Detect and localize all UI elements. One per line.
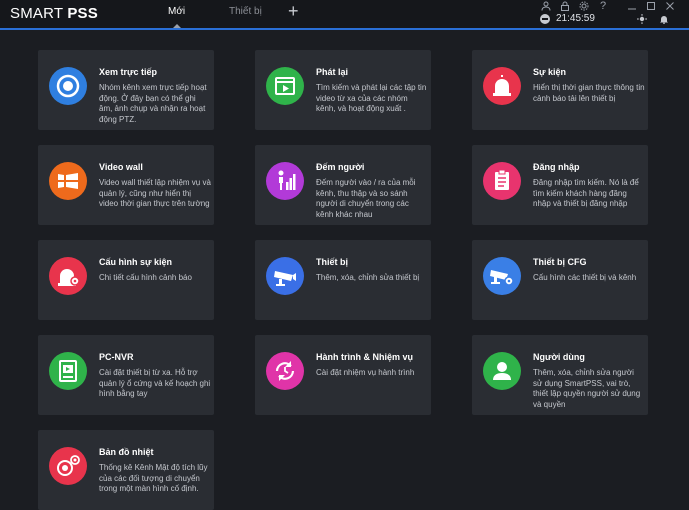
card-title: Video wall	[99, 162, 143, 172]
card-playback[interactable]: Phát lại Tìm kiếm và phát lại các tập ti…	[255, 50, 431, 130]
card-description: Cài đặt thiết bị từ xa. Hỗ trợ quản lý ổ…	[99, 368, 211, 398]
playback-icon	[266, 67, 304, 105]
event-config-icon	[49, 257, 87, 295]
card-description: Thêm, xóa, chỉnh sửa người sử dụng Smart…	[533, 368, 641, 409]
help-icon[interactable]: ?	[597, 0, 609, 12]
camera-config-icon	[483, 257, 521, 295]
tab-devices[interactable]: Thiết bị	[229, 6, 262, 17]
tour-task-icon	[266, 352, 304, 390]
settings-gear-icon[interactable]	[578, 1, 590, 13]
card-description: Thêm, xóa, chỉnh sửa thiết bị	[316, 273, 420, 282]
maximize-icon[interactable]	[645, 1, 657, 13]
logo-light-text: SMART	[10, 5, 68, 22]
card-title: Xem trực tiếp	[99, 67, 158, 77]
card-description: Tìm kiếm và phát lại các tập tin video t…	[316, 83, 427, 113]
brightness-icon[interactable]	[636, 14, 648, 26]
card-pc-nvr[interactable]: PC-NVR Cài đặt thiết bị từ xa. Hỗ trợ qu…	[38, 335, 214, 415]
card-event[interactable]: Sự kiện Hiển thị thời gian thực thông ti…	[472, 50, 648, 130]
card-login[interactable]: Đăng nhập Đăng nhập tìm kiếm. Nó là để t…	[472, 145, 648, 225]
lock-icon[interactable]	[559, 1, 571, 13]
card-video-wall[interactable]: Video wall Video wall thiết lập nhiệm vụ…	[38, 145, 214, 225]
card-title: Đếm người	[316, 162, 365, 172]
clock-icon	[540, 14, 550, 24]
app-logo: SMART PSS	[10, 5, 98, 22]
minimize-icon[interactable]	[626, 1, 638, 13]
close-icon[interactable]	[664, 1, 676, 13]
logo-bold-text: PSS	[67, 5, 98, 22]
camera-device-icon	[266, 257, 304, 295]
user-icon	[483, 352, 521, 390]
card-title: Cấu hình sự kiện	[99, 257, 173, 267]
card-title: Sự kiện	[533, 67, 567, 77]
card-description: Video wall thiết lập nhiệm vụ và quản lý…	[99, 178, 211, 208]
card-title: Người dùng	[533, 352, 585, 362]
card-description: Nhóm kênh xem trực tiếp hoạt động. Ở đây…	[99, 83, 207, 124]
notification-bell-icon[interactable]	[658, 14, 670, 26]
alarm-event-icon	[483, 67, 521, 105]
card-event-config[interactable]: Cấu hình sự kiện Chi tiết cấu hình cảnh …	[38, 240, 214, 320]
clock-time: 21:45:59	[556, 13, 595, 24]
user-account-icon[interactable]	[540, 1, 552, 13]
card-title: Hành trình & Nhiệm vụ	[316, 352, 414, 362]
active-tab-indicator	[173, 24, 181, 28]
card-user[interactable]: Người dùng Thêm, xóa, chỉnh sửa người sử…	[472, 335, 648, 415]
heat-map-icon	[49, 447, 87, 485]
card-description: Cấu hình các thiết bị và kênh	[533, 273, 637, 282]
card-live-view[interactable]: Xem trực tiếp Nhóm kênh xem trực tiếp ho…	[38, 50, 214, 130]
card-title: Bản đồ nhiệt	[99, 447, 154, 457]
people-counting-icon	[266, 162, 304, 200]
title-bar: SMART PSS Mới Thiết bị + ? 21:45:59	[0, 0, 689, 30]
card-title: Thiết bị	[316, 257, 348, 267]
card-title: Đăng nhập	[533, 162, 580, 172]
card-description: Chi tiết cấu hình cảnh báo	[99, 273, 192, 282]
card-title: Phát lại	[316, 67, 349, 77]
card-description: Thống kê Kênh Mật độ tích lũy của các đố…	[99, 463, 208, 493]
card-description: Đếm người vào / ra của mỗi kênh, thu thậ…	[316, 178, 416, 219]
pc-nvr-icon	[49, 352, 87, 390]
card-device[interactable]: Thiết bị Thêm, xóa, chỉnh sửa thiết bị	[255, 240, 431, 320]
add-tab-button[interactable]: +	[288, 1, 299, 22]
card-description: Hiển thị thời gian thực thông tin cảnh b…	[533, 83, 645, 103]
live-view-icon	[49, 67, 87, 105]
card-tour-task[interactable]: Hành trình & Nhiệm vụ Cài đặt nhiệm vụ h…	[255, 335, 431, 415]
tab-new[interactable]: Mới	[168, 6, 185, 17]
log-clipboard-icon	[483, 162, 521, 200]
card-title: PC-NVR	[99, 352, 134, 362]
card-description: Cài đặt nhiệm vụ hành trình	[316, 368, 415, 377]
card-device-cfg[interactable]: Thiết bị CFG Cấu hình các thiết bị và kê…	[472, 240, 648, 320]
card-people-counting[interactable]: Đếm người Đếm người vào / ra của mỗi kên…	[255, 145, 431, 225]
card-heat-map[interactable]: Bản đồ nhiệt Thống kê Kênh Mật độ tích l…	[38, 430, 214, 510]
video-wall-icon	[49, 162, 87, 200]
card-title: Thiết bị CFG	[533, 257, 587, 267]
card-description: Đăng nhập tìm kiếm. Nó là để tìm kiếm kh…	[533, 178, 639, 208]
